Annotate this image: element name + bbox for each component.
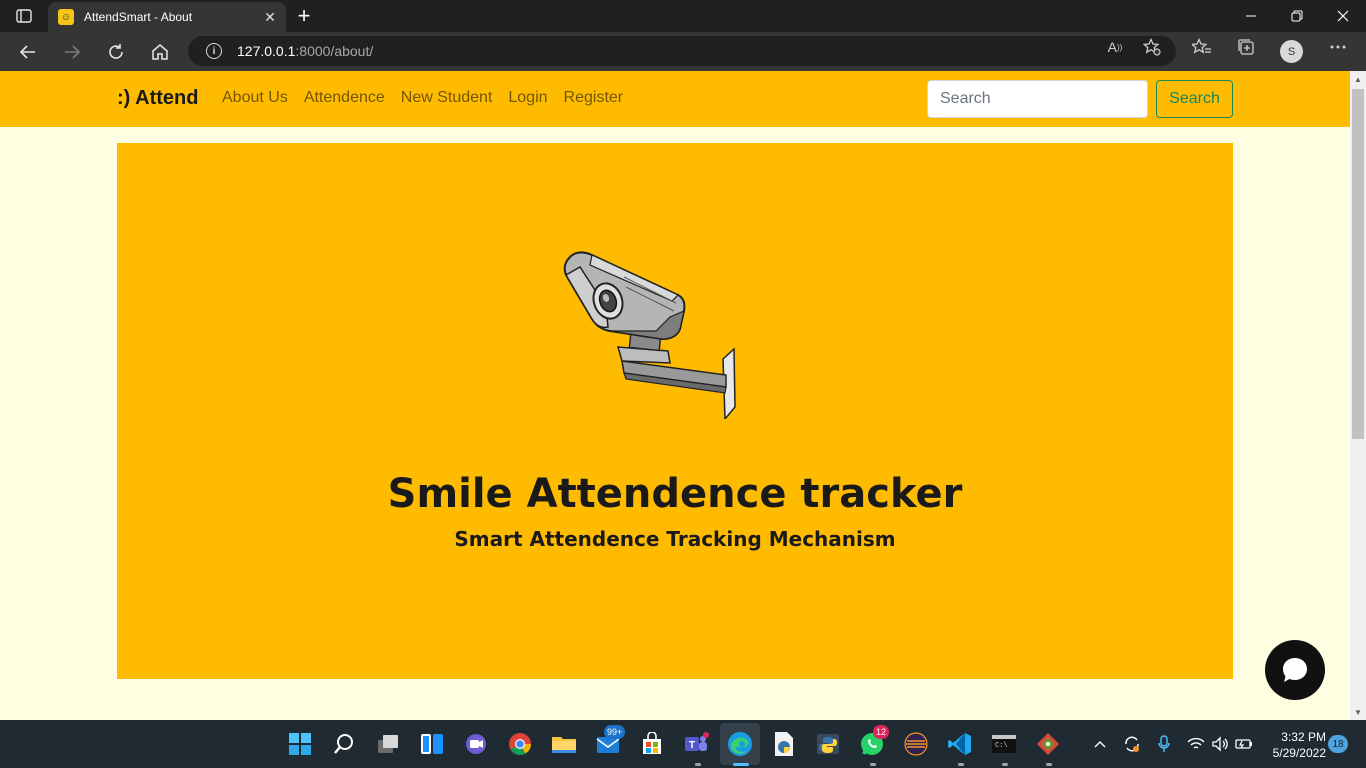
close-tab-icon[interactable]: ✕ <box>260 7 280 27</box>
edge-icon[interactable] <box>726 730 754 758</box>
collections-icon[interactable] <box>1235 37 1257 57</box>
scroll-down-arrow-icon[interactable]: ▼ <box>1353 707 1363 717</box>
tab-actions-icon[interactable] <box>12 7 36 25</box>
python-icon[interactable] <box>814 730 842 758</box>
url-host: 127.0.0.1 <box>237 43 296 59</box>
hero-title: Smile Attendence tracker <box>387 471 963 517</box>
notification-count-badge[interactable]: 18 <box>1328 735 1348 753</box>
sync-icon[interactable] <box>1122 734 1142 754</box>
system-clock[interactable]: 3:32 PM 5/29/2022 <box>1262 729 1326 761</box>
volume-icon[interactable] <box>1210 734 1230 754</box>
battery-icon[interactable] <box>1234 734 1254 754</box>
windows-taskbar: 99+ T 12 C:\ 3:32 PM 5/29/2022 18 <box>0 720 1366 768</box>
nav-link-login[interactable]: Login <box>508 89 547 107</box>
favicon-icon: ☺ <box>58 9 74 25</box>
hero-banner: Smile Attendence tracker Smart Attendenc… <box>117 143 1233 679</box>
back-arrow-icon[interactable] <box>15 39 41 65</box>
minimize-window-icon[interactable] <box>1228 0 1274 32</box>
microphone-icon[interactable] <box>1154 734 1174 754</box>
task-view-icon[interactable] <box>374 730 402 758</box>
file-explorer-icon[interactable] <box>550 730 578 758</box>
more-options-icon[interactable] <box>1327 37 1349 57</box>
whatsapp-running-indicator <box>870 763 876 766</box>
nav-link-new-student[interactable]: New Student <box>401 89 493 107</box>
tab-title: AttendSmart - About <box>84 10 193 24</box>
teams-running-indicator <box>695 763 701 766</box>
scroll-thumb[interactable] <box>1352 89 1364 439</box>
chrome-icon[interactable] <box>506 730 534 758</box>
hero-subtitle: Smart Attendence Tracking Mechanism <box>454 527 896 551</box>
teams-chat-icon[interactable] <box>462 730 490 758</box>
site-info-icon[interactable]: i <box>206 43 222 59</box>
read-aloud-icon[interactable]: A)) <box>1104 37 1126 57</box>
favorites-icon[interactable] <box>1191 37 1213 57</box>
widgets-icon[interactable] <box>418 730 446 758</box>
wifi-icon[interactable] <box>1186 734 1206 754</box>
start-menu-icon[interactable] <box>286 730 314 758</box>
nav-link-register[interactable]: Register <box>564 89 624 107</box>
add-favorite-icon[interactable] <box>1141 37 1163 57</box>
security-camera-icon <box>563 251 736 419</box>
nav-link-about-us[interactable]: About Us <box>222 89 288 107</box>
eclipse-icon[interactable] <box>902 730 930 758</box>
python-file-icon[interactable] <box>770 730 798 758</box>
git-gui-running-indicator <box>1046 763 1052 766</box>
refresh-icon[interactable] <box>103 39 129 65</box>
browser-toolbar: i 127.0.0.1:8000/about/ A)) S <box>0 32 1366 71</box>
store-icon[interactable] <box>638 730 666 758</box>
browser-tab[interactable]: ☺ AttendSmart - About ✕ <box>48 2 286 32</box>
home-icon[interactable] <box>147 39 173 65</box>
search-icon[interactable] <box>330 730 358 758</box>
address-bar[interactable]: i 127.0.0.1:8000/about/ <box>188 36 1176 66</box>
teams-icon[interactable]: T <box>682 730 710 758</box>
close-window-icon[interactable] <box>1320 0 1366 32</box>
restore-window-icon[interactable] <box>1274 0 1320 32</box>
mail-badge: 99+ <box>604 725 626 739</box>
terminal-running-indicator <box>1002 763 1008 766</box>
site-navbar: :) Attend About Us Attendence New Studen… <box>0 71 1350 127</box>
chat-bubble-icon <box>1283 658 1307 682</box>
edge-running-indicator <box>733 763 749 766</box>
chat-widget-button[interactable] <box>1265 640 1325 700</box>
url-text[interactable]: 127.0.0.1:8000/about/ <box>237 43 373 59</box>
svg-text:C:\: C:\ <box>995 742 1008 750</box>
url-path: :8000/about/ <box>295 43 374 59</box>
search-button[interactable]: Search <box>1156 80 1233 118</box>
vscode-running-indicator <box>958 763 964 766</box>
new-tab-button[interactable]: + <box>292 4 316 28</box>
nav-links: About Us Attendence New Student Login Re… <box>222 89 623 107</box>
vscode-icon[interactable] <box>946 730 974 758</box>
clock-date: 5/29/2022 <box>1272 746 1326 760</box>
profile-avatar[interactable]: S <box>1280 40 1303 63</box>
page-viewport: :) Attend About Us Attendence New Studen… <box>0 71 1350 720</box>
git-gui-icon[interactable] <box>1034 730 1062 758</box>
forward-arrow-icon[interactable] <box>59 39 85 65</box>
terminal-icon[interactable]: C:\ <box>990 730 1018 758</box>
nav-link-attendence[interactable]: Attendence <box>304 89 385 107</box>
clock-time: 3:32 PM <box>1281 730 1326 744</box>
whatsapp-badge: 12 <box>873 725 890 739</box>
browser-tab-bar: ☺ AttendSmart - About ✕ + <box>0 0 1366 32</box>
show-hidden-icons-chevron-up-icon[interactable] <box>1090 734 1110 754</box>
svg-text:T: T <box>689 740 695 751</box>
page-scrollbar[interactable]: ▲ ▼ <box>1350 71 1366 720</box>
scroll-up-arrow-icon[interactable]: ▲ <box>1353 74 1363 84</box>
brand-logo[interactable]: :) Attend <box>117 87 198 110</box>
search-input[interactable] <box>927 80 1148 118</box>
